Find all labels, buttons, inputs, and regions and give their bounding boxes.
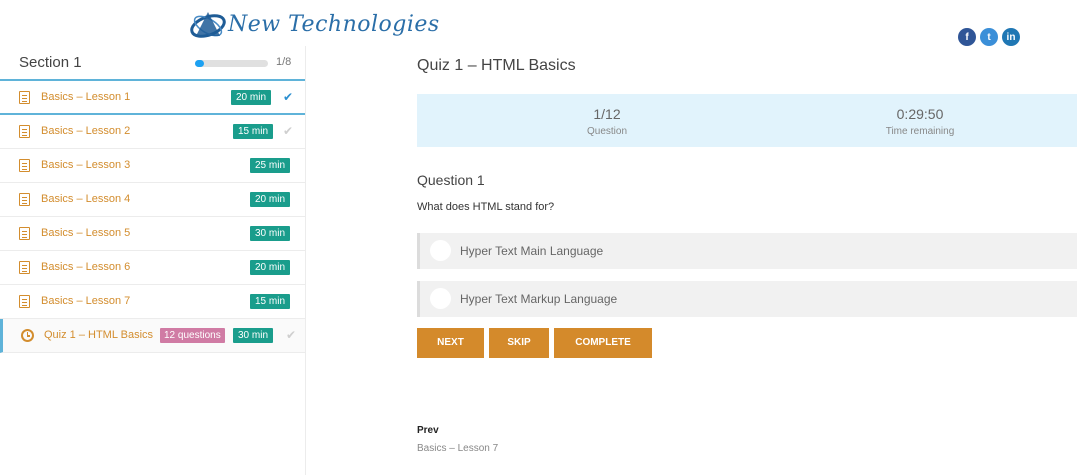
duration-badge: 20 min xyxy=(250,260,291,275)
logo-text: New Technologies xyxy=(228,12,440,37)
answer-option[interactable]: Hyper Text Markup Language xyxy=(417,281,1077,317)
lesson-item[interactable]: Basics – Lesson 2 15 min ✔ xyxy=(0,115,305,149)
lesson-label: Basics – Lesson 2 xyxy=(41,125,131,137)
lesson-label: Basics – Lesson 7 xyxy=(41,295,131,307)
duration-badge: 30 min xyxy=(250,226,291,241)
time-remaining-label: Time remaining xyxy=(885,126,955,137)
curriculum-sidebar: Section 1 1/8 Basics – Lesson 1 20 min ✔… xyxy=(0,46,306,475)
section-progress-text: 1/8 xyxy=(276,56,292,68)
duration-badge: 20 min xyxy=(231,90,272,105)
radio-button[interactable] xyxy=(430,240,451,261)
lesson-item[interactable]: Basics – Lesson 7 15 min xyxy=(0,285,305,319)
time-remaining: 0:29:50 xyxy=(896,106,944,122)
question-counter-label: Question xyxy=(586,126,628,137)
duration-badge: 15 min xyxy=(250,294,291,309)
next-button[interactable]: NEXT xyxy=(417,328,484,358)
skip-button[interactable]: SKIP xyxy=(489,328,549,358)
quiz-title: Quiz 1 – HTML Basics xyxy=(417,57,576,74)
quiz-label: Quiz 1 – HTML Basics xyxy=(44,329,154,341)
duration-badge: 25 min xyxy=(250,158,291,173)
social-links: f t in xyxy=(958,28,1020,46)
lesson-label: Basics – Lesson 5 xyxy=(41,227,131,239)
lesson-item[interactable]: Basics – Lesson 6 20 min xyxy=(0,251,305,285)
answer-option-text: Hyper Text Markup Language xyxy=(460,292,618,306)
question-text: What does HTML stand for? xyxy=(417,201,555,213)
check-icon: ✔ xyxy=(283,90,294,104)
lesson-label: Basics – Lesson 6 xyxy=(41,261,131,273)
site-logo[interactable]: New Technologies xyxy=(188,6,439,46)
section-progress-fill xyxy=(195,60,205,67)
quiz-item[interactable]: Quiz 1 – HTML Basics 12 questions 30 min… xyxy=(0,319,305,353)
document-icon xyxy=(19,295,30,308)
document-icon xyxy=(19,125,30,138)
lesson-label: Basics – Lesson 1 xyxy=(41,91,131,103)
radio-button[interactable] xyxy=(430,288,451,309)
lesson-item[interactable]: Basics – Lesson 1 20 min ✔ xyxy=(0,81,305,115)
document-icon xyxy=(19,227,30,240)
document-icon xyxy=(19,261,30,274)
lesson-label: Basics – Lesson 3 xyxy=(41,159,131,171)
answer-option-text: Hyper Text Main Language xyxy=(460,244,604,258)
complete-button[interactable]: COMPLETE xyxy=(554,328,652,358)
lesson-label: Basics – Lesson 4 xyxy=(41,193,131,205)
document-icon xyxy=(19,159,30,172)
logo-emblem-icon xyxy=(190,12,226,38)
duration-badge: 30 min xyxy=(233,328,274,343)
facebook-icon[interactable]: f xyxy=(958,28,976,46)
questions-badge: 12 questions xyxy=(160,328,225,343)
question-heading: Question 1 xyxy=(417,172,485,188)
document-icon xyxy=(19,193,30,206)
linkedin-icon[interactable]: in xyxy=(1002,28,1020,46)
section-header[interactable]: Section 1 1/8 xyxy=(0,46,305,81)
prev-lesson-link[interactable]: Basics – Lesson 7 xyxy=(417,443,498,454)
clock-icon xyxy=(21,329,34,342)
question-counter: 1/12 xyxy=(593,106,621,122)
document-icon xyxy=(19,91,30,104)
check-icon: ✔ xyxy=(283,124,294,138)
duration-badge: 15 min xyxy=(233,124,274,139)
quiz-status-panel: 1/12 Question 0:29:50 Time remaining xyxy=(417,94,1077,147)
check-icon: ✔ xyxy=(286,328,297,342)
twitter-icon[interactable]: t xyxy=(980,28,998,46)
duration-badge: 20 min xyxy=(250,192,291,207)
section-title: Section 1 xyxy=(19,54,82,71)
answer-option[interactable]: Hyper Text Main Language xyxy=(417,233,1077,269)
lesson-item[interactable]: Basics – Lesson 3 25 min xyxy=(0,149,305,183)
prev-label: Prev xyxy=(417,425,439,436)
section-progress-bar xyxy=(195,60,268,67)
lesson-item[interactable]: Basics – Lesson 5 30 min xyxy=(0,217,305,251)
lesson-item[interactable]: Basics – Lesson 4 20 min xyxy=(0,183,305,217)
